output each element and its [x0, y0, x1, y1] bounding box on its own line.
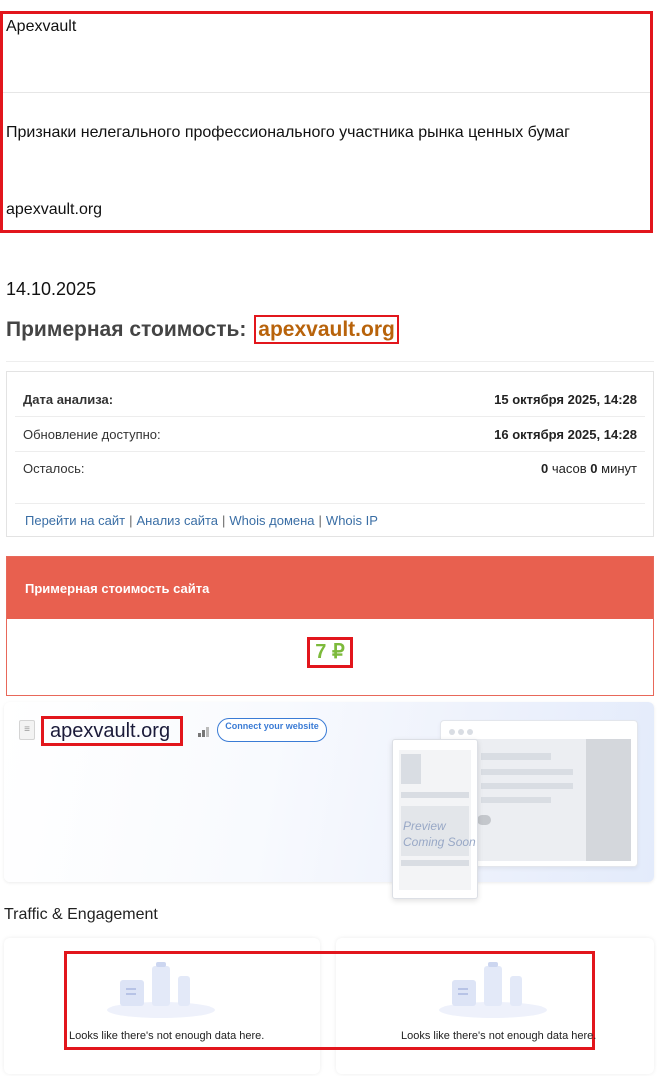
remaining-value: 0 часов 0 минут [541, 461, 637, 476]
analysis-info-card: Дата анализа: 15 октября 2025, 14:28 Обн… [6, 371, 654, 537]
site-value-header: Примерная стоимость сайта [7, 557, 653, 619]
update-available-label: Обновление доступно: [23, 427, 161, 442]
page-title-prefix: Примерная стоимость: [6, 318, 247, 341]
connect-website-button[interactable]: Connect your website [217, 718, 327, 742]
remaining-hours: 0 [541, 461, 549, 476]
traffic-section-title: Traffic & Engagement [4, 906, 158, 923]
divider [6, 361, 654, 362]
site-value-card: Примерная стоимость сайта 7 ₽ [6, 556, 654, 696]
remaining-label: Осталось: [23, 461, 85, 476]
analysis-date-row: Дата анализа: 15 октября 2025, 14:28 [23, 392, 637, 407]
divider [3, 92, 650, 93]
preview-coming-soon-text: Preview Coming Soon [403, 818, 476, 850]
site-summary-box [0, 11, 653, 233]
update-available-value: 16 октября 2025, 14:28 [494, 427, 637, 442]
update-available-row: Обновление доступно: 16 октября 2025, 14… [23, 427, 637, 442]
preview-line-2: Coming Soon [403, 835, 476, 849]
empty-data-message-right: Looks like there's not enough data here. [401, 1030, 597, 1042]
site-brand-name: Apexvault [6, 18, 77, 35]
report-date: 14.10.2025 [6, 279, 97, 299]
page-title-domain: apexvault.org [254, 315, 399, 344]
empty-data-message-left: Looks like there's not enough data here. [69, 1030, 265, 1042]
site-value-title: Примерная стоимость сайта [25, 581, 210, 596]
page-title: Примерная стоимость: apexvault.org [6, 315, 399, 344]
site-analysis-link[interactable]: Анализ сайта [136, 513, 218, 528]
analysis-date-label: Дата анализа: [23, 392, 114, 407]
divider [15, 503, 645, 504]
whois-ip-link[interactable]: Whois IP [326, 513, 378, 528]
remaining-minutes: 0 [590, 461, 598, 476]
visit-site-link[interactable]: Перейти на сайт [25, 513, 125, 528]
whois-domain-link[interactable]: Whois домена [229, 513, 314, 528]
remaining-minutes-unit: минут [601, 461, 637, 476]
signal-bars-icon [198, 727, 209, 737]
page-icon: ≡ [19, 720, 35, 740]
banner-domain: apexvault.org [41, 716, 183, 746]
remaining-row: Осталось: 0 часов 0 минут [23, 461, 637, 476]
warning-text: Признаки нелегального профессионального … [6, 124, 570, 141]
analysis-date-value: 15 октября 2025, 14:28 [494, 392, 637, 407]
preview-line-1: Preview [403, 819, 446, 833]
site-links: Перейти на сайт | Анализ сайта | Whois домен… [25, 513, 378, 528]
site-domain: apexvault.org [6, 201, 103, 218]
site-value-amount: 7 ₽ [307, 637, 353, 668]
remaining-hours-unit: часов [551, 461, 587, 476]
divider [15, 416, 645, 417]
mobile-preview-mockup: Preview Coming Soon [392, 739, 478, 899]
divider [15, 451, 645, 452]
